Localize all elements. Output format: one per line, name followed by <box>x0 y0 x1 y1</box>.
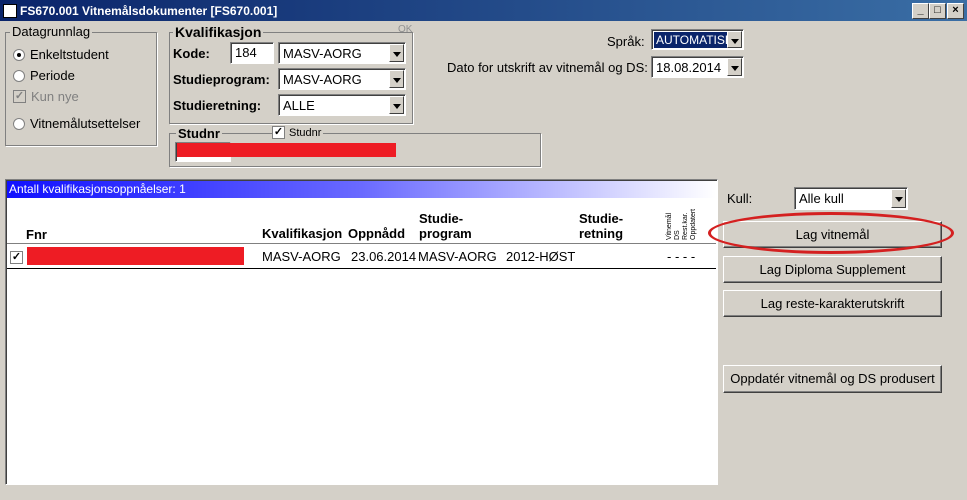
chevron-down-icon[interactable] <box>727 31 742 48</box>
kode-input[interactable]: 184 <box>230 42 274 64</box>
window-title: FS670.001 Vitnemålsdokumenter [FS670.001… <box>20 4 278 18</box>
col-kvalifikasjon: Kvalifikasjon <box>262 226 343 241</box>
col-oppdatert: Oppdatert <box>690 208 697 240</box>
kull-select-value: Alle kull <box>799 191 844 206</box>
checkbox-label-kun-nye: Kun nye <box>31 89 79 104</box>
kode-select[interactable]: MASV-AORG <box>278 42 406 64</box>
cell-kvalifikasjon: MASV-AORG <box>262 249 341 264</box>
col-studieprogram: Studie- program <box>419 211 472 241</box>
close-button[interactable]: × <box>947 3 964 19</box>
col-oppnadd: Oppnådd <box>348 226 406 241</box>
studnr-checkbox[interactable]: ✓ <box>272 126 285 139</box>
row-divider <box>7 268 716 269</box>
studieprogram-select[interactable]: MASV-AORG <box>278 68 406 90</box>
chevron-down-icon[interactable] <box>389 96 404 114</box>
chevron-down-icon[interactable] <box>389 70 404 88</box>
col-ds: DS <box>674 230 681 240</box>
chevron-down-icon[interactable] <box>389 44 404 62</box>
studieprogram-label: Studieprogram: <box>173 72 270 87</box>
kull-label: Kull: <box>727 191 753 206</box>
cell-studieprogram: MASV-AORG <box>418 249 497 264</box>
lag-diploma-supplement-button[interactable]: Lag Diploma Supplement <box>723 256 942 283</box>
ok-indicator: OK <box>398 24 413 35</box>
radio-button[interactable] <box>13 117 25 130</box>
studieretning-select[interactable]: ALLE <box>278 94 406 116</box>
studnr-legend: Studnr <box>176 126 222 141</box>
chevron-down-icon[interactable] <box>727 58 742 76</box>
qualification-table: Antall kvalifikasjonsoppnåelser: 1 Fnr K… <box>5 179 718 485</box>
studnr-checkbox-wrap[interactable]: ✓ Studnr <box>272 126 324 139</box>
cell-oppnadd: 23.06.2014 <box>351 249 417 264</box>
radio-vitnemalutsettelser[interactable]: Vitnemålutsettelser <box>13 116 140 131</box>
sprak-label: Språk: <box>607 34 645 49</box>
col-vitnemal: Vitnemål <box>666 212 673 240</box>
cell-kull: 2012-HØST <box>506 249 576 264</box>
studnr-checkbox-label: Studnr <box>289 126 322 139</box>
dato-select[interactable]: 18.08.2014 <box>651 56 744 78</box>
lag-vitnemal-button[interactable]: Lag vitnemål <box>723 221 942 248</box>
sprak-select-value: AUTOMATISK <box>654 32 735 48</box>
radio-label-vitnemalutsettelser: Vitnemålutsettelser <box>30 116 141 131</box>
table-row[interactable]: ✓ MASV-AORG 23.06.2014 MASV-AORG 2012-HØ… <box>6 246 717 268</box>
studieretning-label: Studieretning: <box>173 98 262 113</box>
col-fnr: Fnr <box>26 227 47 242</box>
radio-button-selected[interactable] <box>13 48 25 61</box>
radio-periode[interactable]: Periode <box>13 68 75 83</box>
header-divider <box>7 243 716 244</box>
radio-label-periode: Periode <box>30 68 75 83</box>
row-checkbox[interactable]: ✓ <box>10 251 23 264</box>
kode-select-value: MASV-AORG <box>283 46 362 61</box>
redacted-studnr <box>177 143 396 157</box>
minimize-button[interactable]: _ <box>912 3 929 19</box>
dato-select-value: 18.08.2014 <box>656 60 722 75</box>
app-icon <box>3 4 17 18</box>
kull-select[interactable]: Alle kull <box>794 187 908 210</box>
checkbox-kun-nye: ✓ Kun nye <box>13 89 79 104</box>
kun-nye-checkbox: ✓ <box>13 90 26 103</box>
sprak-select[interactable]: AUTOMATISK <box>651 29 744 50</box>
col-rest: Rest.kar. <box>682 212 689 240</box>
studieretning-select-value: ALLE <box>283 98 315 113</box>
studieprogram-select-value: MASV-AORG <box>283 72 362 87</box>
chevron-down-icon[interactable] <box>891 189 906 208</box>
redacted-fnr <box>27 247 244 265</box>
cell-flags: - - - - <box>667 249 696 264</box>
kode-label: Kode: <box>173 46 210 61</box>
table-header-bar: Antall kvalifikasjonsoppnåelser: 1 <box>7 181 716 198</box>
title-bar: FS670.001 Vitnemålsdokumenter [FS670.001… <box>0 0 967 21</box>
col-studieretning: Studie- retning <box>579 211 624 241</box>
oppdater-vitnemal-ds-button[interactable]: Oppdatér vitnemål og DS produsert <box>723 365 942 393</box>
lag-reste-karakterutskrift-button[interactable]: Lag reste-karakterutskrift <box>723 290 942 317</box>
dato-label: Dato for utskrift av vitnemål og DS: <box>447 60 648 75</box>
maximize-button[interactable]: □ <box>929 3 946 19</box>
radio-enkeltstudent[interactable]: Enkeltstudent <box>13 47 109 62</box>
kvalifikasjon-legend: Kvalifikasjon <box>173 24 264 40</box>
datagrunnlag-legend: Datagrunnlag <box>10 24 93 39</box>
radio-label-enkeltstudent: Enkeltstudent <box>30 47 109 62</box>
radio-button[interactable] <box>13 69 25 82</box>
